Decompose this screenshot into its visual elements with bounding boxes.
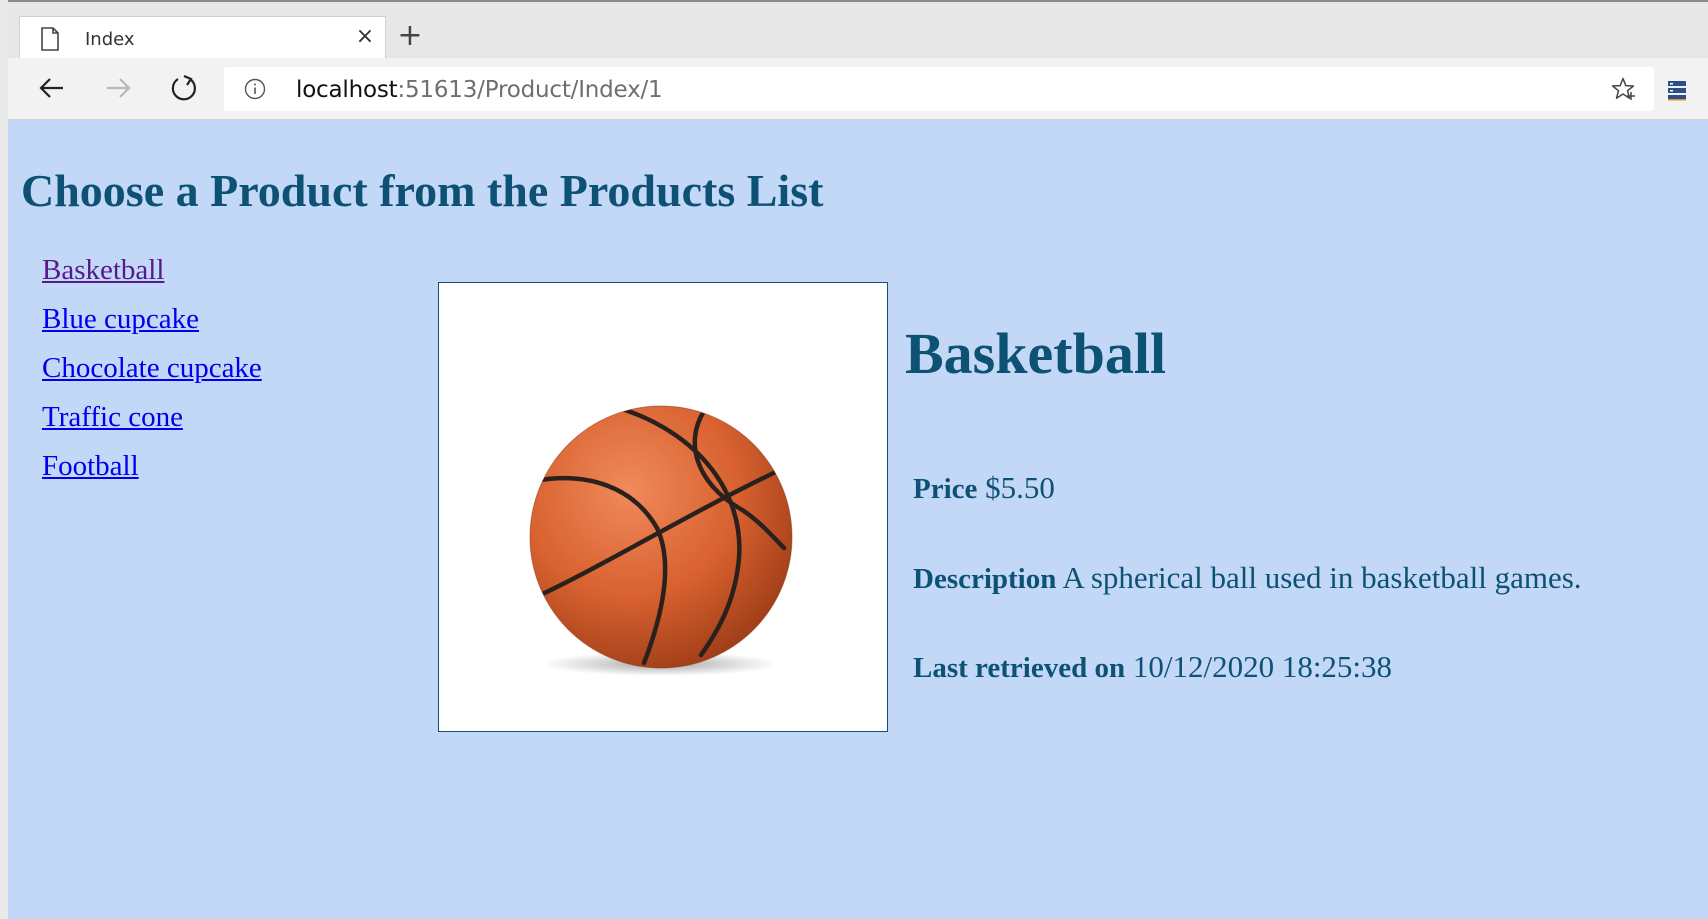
url-path: :51613/Product/Index/1 xyxy=(397,77,663,103)
retrieved-row: Last retrieved on 10/12/2020 18:25:38 xyxy=(913,649,1392,685)
list-item: Chocolate cupcake xyxy=(42,352,262,401)
list-item: Football xyxy=(42,450,262,499)
description-label: Description xyxy=(913,563,1057,595)
price-value: $5.50 xyxy=(985,470,1055,505)
price-row: Price $5.50 xyxy=(913,470,1055,506)
star-icon[interactable] xyxy=(1610,76,1636,102)
close-icon[interactable]: × xyxy=(353,25,377,49)
forward-arrow-icon[interactable] xyxy=(102,72,134,104)
list-item: Traffic cone xyxy=(42,401,262,450)
product-image xyxy=(438,282,888,732)
product-list: Basketball Blue cupcake Chocolate cupcak… xyxy=(42,254,262,499)
product-name: Basketball xyxy=(905,321,1167,386)
description-value: A spherical ball used in basketball game… xyxy=(1062,560,1582,595)
page-icon xyxy=(41,27,59,51)
price-label: Price xyxy=(913,473,978,505)
tab-index[interactable]: Index × xyxy=(19,16,386,60)
url-host: localhost xyxy=(296,77,398,103)
browser-window: Index × + localhost:51613/Product/Index/… xyxy=(8,0,1708,919)
page-title: Choose a Product from the Products List xyxy=(21,165,824,216)
info-icon[interactable] xyxy=(244,78,266,100)
back-arrow-icon[interactable] xyxy=(36,72,68,104)
product-link-football[interactable]: Football xyxy=(42,450,139,482)
list-item: Blue cupcake xyxy=(42,303,262,352)
address-bar[interactable]: localhost:51613/Product/Index/1 xyxy=(224,67,1654,111)
tab-strip: Index × + xyxy=(8,0,1708,60)
retrieved-label: Last retrieved on xyxy=(913,652,1126,684)
browser-toolbar: localhost:51613/Product/Index/1 xyxy=(8,58,1708,120)
page-content: Choose a Product from the Products List … xyxy=(8,120,1708,919)
basketball-image xyxy=(529,405,793,676)
extension-icon[interactable] xyxy=(1666,79,1688,101)
url-text[interactable]: localhost:51613/Product/Index/1 xyxy=(296,77,663,103)
product-link-blue-cupcake[interactable]: Blue cupcake xyxy=(42,303,199,335)
product-link-traffic-cone[interactable]: Traffic cone xyxy=(42,401,183,433)
description-row: Description A spherical ball used in bas… xyxy=(913,560,1582,596)
tab-title: Index xyxy=(85,29,135,50)
retrieved-value: 10/12/2020 18:25:38 xyxy=(1132,649,1393,684)
product-link-chocolate-cupcake[interactable]: Chocolate cupcake xyxy=(42,352,262,384)
product-link-basketball[interactable]: Basketball xyxy=(42,254,164,286)
list-item: Basketball xyxy=(42,254,262,303)
refresh-icon[interactable] xyxy=(168,72,200,104)
plus-icon[interactable]: + xyxy=(396,21,424,51)
